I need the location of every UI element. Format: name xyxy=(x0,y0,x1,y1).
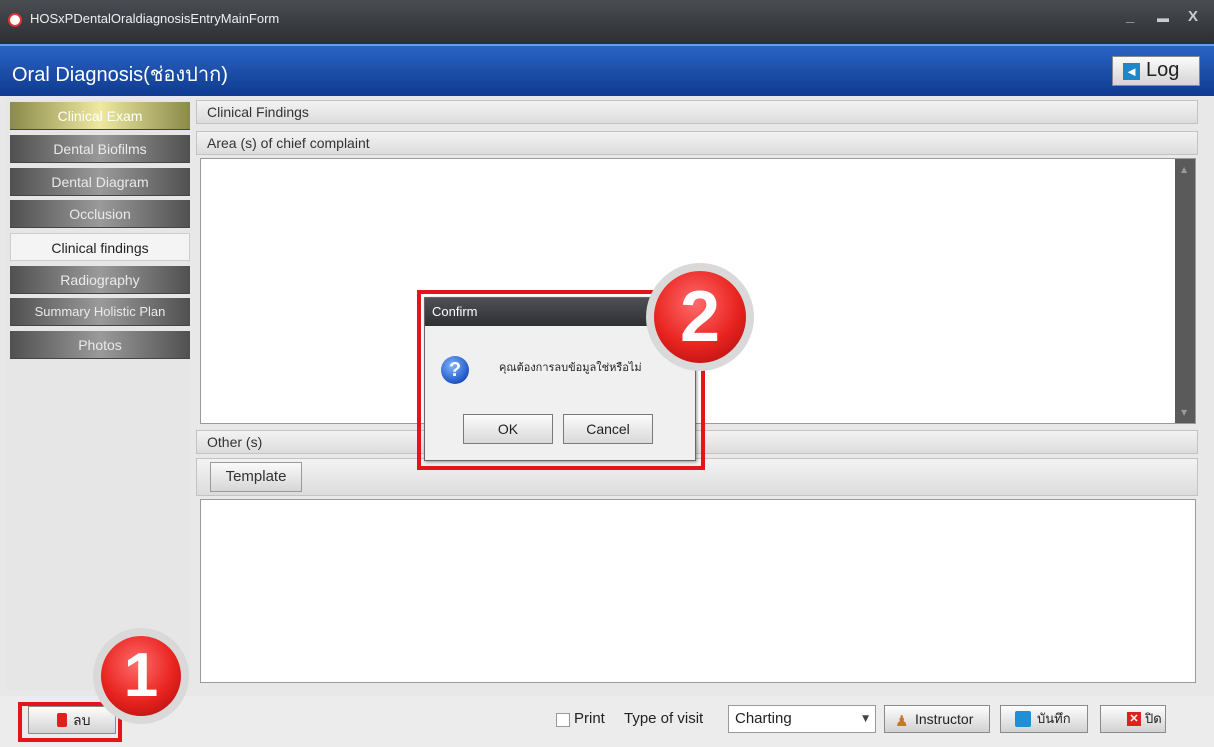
chief-complaint-label: Area (s) of chief complaint xyxy=(196,131,1198,155)
person-icon: ♟ xyxy=(895,713,909,730)
window-title: HOSxPDentalOraldiagnosisEntryMainForm xyxy=(30,11,280,26)
sidebar-item-occlusion[interactable]: Occlusion xyxy=(10,200,190,228)
sidebar-item-radiography[interactable]: Radiography xyxy=(10,266,190,294)
other-textarea[interactable] xyxy=(200,499,1196,683)
log-icon: ◄ xyxy=(1123,63,1140,80)
step-2-badge: 2 xyxy=(646,263,754,371)
save-icon xyxy=(1015,711,1031,727)
bottom-toolbar: ลบ Print Type of visit Charting ▼ ♟ Inst… xyxy=(0,696,1214,747)
scroll-down-icon[interactable]: ▼ xyxy=(1181,408,1187,417)
sidebar-item-dental-diagram[interactable]: Dental Diagram xyxy=(10,168,190,196)
save-label: บันทึก xyxy=(1037,711,1071,726)
instructor-label: Instructor xyxy=(915,711,974,727)
minimize-button[interactable]: _ xyxy=(1126,8,1134,25)
sidebar-item-photos[interactable]: Photos xyxy=(10,331,190,359)
chief-complaint-scrollbar[interactable]: ▲ ▼ xyxy=(1175,159,1195,423)
sidebar-item-dental-biofilms[interactable]: Dental Biofilms xyxy=(10,135,190,163)
chevron-down-icon[interactable]: ▼ xyxy=(862,714,869,724)
page-title: Oral Diagnosis(ช่องปาก) xyxy=(12,64,228,86)
log-label: Log xyxy=(1146,59,1180,81)
print-label: Print xyxy=(574,710,605,727)
print-checkbox[interactable] xyxy=(556,713,570,727)
close-icon: ✕ xyxy=(1127,712,1141,726)
type-of-visit-label: Type of visit xyxy=(624,710,704,727)
scroll-up-icon[interactable]: ▲ xyxy=(1181,165,1187,174)
step-1-number: 1 xyxy=(101,636,181,716)
close-button[interactable]: ✕ ปิด xyxy=(1100,705,1166,733)
save-button[interactable]: บันทึก xyxy=(1000,705,1088,733)
template-button[interactable]: Template xyxy=(210,462,302,492)
section-title: Clinical Findings xyxy=(196,100,1198,124)
type-of-visit-select[interactable]: Charting ▼ xyxy=(728,705,876,733)
log-button[interactable]: ◄ Log xyxy=(1112,56,1200,86)
form-header: Oral Diagnosis(ช่องปาก) ◄ Log xyxy=(0,44,1214,96)
maximize-button[interactable]: ▬ xyxy=(1157,11,1169,25)
sidebar-item-summary-holistic-plan[interactable]: Summary Holistic Plan xyxy=(10,298,190,326)
instructor-button[interactable]: ♟ Instructor xyxy=(884,705,990,733)
window-titlebar: HOSxPDentalOraldiagnosisEntryMainForm _ … xyxy=(0,0,1214,44)
step-2-number: 2 xyxy=(654,271,746,363)
close-label: ปิด xyxy=(1145,711,1162,726)
sidebar-item-clinical-findings[interactable]: Clinical findings xyxy=(10,233,190,261)
type-of-visit-value: Charting xyxy=(735,710,792,727)
sidebar-item-clinical-exam[interactable]: Clinical Exam xyxy=(10,102,190,130)
sidebar: Clinical Exam Dental Biofilms Dental Dia… xyxy=(6,100,190,690)
close-window-button[interactable]: X xyxy=(1188,8,1198,25)
step-1-badge: 1 xyxy=(93,628,189,724)
app-icon xyxy=(8,13,22,27)
